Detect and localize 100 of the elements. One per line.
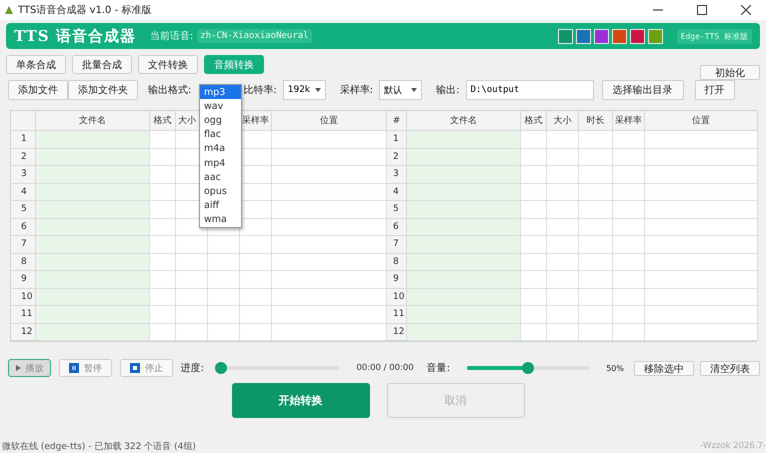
remove-selected-button[interactable]: 移除选中 [634, 360, 694, 376]
table-cell [547, 236, 579, 254]
row-number: 9 [387, 271, 407, 288]
color-swatch[interactable] [558, 28, 573, 44]
table-cell [150, 254, 176, 271]
table-cell [521, 271, 547, 288]
table-cell [150, 236, 176, 254]
table-cell [613, 288, 645, 306]
table-cell [521, 148, 547, 166]
table-cell [547, 131, 579, 148]
table-cell [150, 271, 176, 288]
table-cell [208, 288, 240, 306]
table-cell [521, 288, 547, 306]
output-path-field[interactable]: D:\output [466, 80, 594, 100]
row-number: 10 [11, 288, 36, 306]
maximize-icon [697, 5, 707, 15]
color-swatch[interactable] [630, 28, 645, 44]
row-number: 2 [387, 148, 407, 166]
table-cell [176, 271, 208, 288]
column-header: 文件名 [36, 111, 150, 131]
row-number: 9 [11, 271, 36, 288]
column-header: 位置 [272, 111, 387, 131]
table-cell [150, 306, 176, 324]
row-number: 5 [387, 201, 407, 218]
table-cell [150, 131, 176, 148]
color-swatch[interactable] [612, 28, 627, 44]
dropdown-option[interactable]: flac [200, 128, 241, 142]
column-header: 采样率 [240, 111, 272, 131]
tab[interactable]: 单条合成 [6, 55, 66, 74]
table-cell [579, 218, 613, 236]
row-number: 7 [387, 236, 407, 254]
dropdown-option[interactable]: wma [200, 212, 241, 227]
reset-button[interactable]: 初始化 [700, 65, 760, 80]
dropdown-option[interactable]: aac [200, 170, 241, 184]
table-cell [240, 306, 272, 324]
color-swatch[interactable] [594, 28, 609, 44]
color-swatch[interactable] [576, 28, 591, 44]
column-header: 大小 [547, 111, 579, 131]
table-cell [579, 271, 613, 288]
stop-icon [130, 363, 140, 373]
dropdown-option[interactable]: mp4 [200, 156, 241, 170]
table-cell [579, 254, 613, 271]
table-cell [579, 306, 613, 324]
table-cell [579, 148, 613, 166]
output-label: 输出: [436, 84, 460, 97]
row-number: 4 [387, 184, 407, 201]
table-cell [579, 166, 613, 184]
pause-button[interactable]: 暂停 [59, 359, 112, 377]
choose-dir-button[interactable]: 选择输出目录 [602, 80, 684, 100]
table-cell [579, 131, 613, 148]
table-cell [150, 218, 176, 236]
table-cell [176, 288, 208, 306]
row-number: 8 [11, 254, 36, 271]
samplerate-select[interactable]: 默认 [379, 80, 422, 100]
table-cell [521, 236, 547, 254]
tab[interactable]: 文件转换 [138, 55, 198, 74]
tab[interactable]: 批量合成 [72, 55, 132, 74]
table-cell [521, 218, 547, 236]
column-header: 格式 [150, 111, 176, 131]
progress-label: 进度: [180, 362, 204, 375]
dropdown-option[interactable]: opus [200, 184, 241, 198]
table-cell [240, 236, 272, 254]
slider-thumb[interactable] [522, 362, 534, 374]
bitrate-select[interactable]: 192k [282, 80, 326, 100]
row-number: 8 [387, 254, 407, 271]
table-cell [547, 148, 579, 166]
dropdown-option[interactable]: aiff [200, 198, 241, 213]
table-cell [150, 288, 176, 306]
stop-button[interactable]: 停止 [120, 359, 173, 377]
add-file-button[interactable]: 添加文件 [8, 80, 68, 100]
table-cell [521, 306, 547, 324]
table-cell [613, 254, 645, 271]
clear-list-button[interactable]: 清空列表 [700, 360, 760, 376]
row-number: 11 [11, 306, 36, 324]
status-text: 微软在线 (edge-tts) - 已加载 322 个语音 (4组) [2, 440, 196, 452]
volume-label: 音量: [426, 362, 450, 375]
table-cell [176, 236, 208, 254]
row-number: 5 [11, 201, 36, 218]
dropdown-option[interactable]: ogg [200, 113, 241, 128]
dropdown-option[interactable]: mp3 [200, 85, 241, 100]
voice-label: 当前语音: [150, 30, 194, 43]
open-button[interactable]: 打开 [694, 80, 734, 100]
table-cell [579, 236, 613, 254]
table-cell [150, 201, 176, 218]
dropdown-option[interactable]: m4a [200, 142, 241, 156]
add-folder-button[interactable]: 添加文件夹 [68, 80, 138, 100]
table-cell [613, 306, 645, 324]
action-button[interactable]: 开始转换 [232, 383, 370, 418]
table-cell [547, 288, 579, 306]
slider-thumb[interactable] [214, 362, 227, 374]
color-swatch[interactable] [648, 28, 663, 44]
table-cell [547, 201, 579, 218]
table-cell [240, 288, 272, 306]
table-cell [547, 271, 579, 288]
dropdown-option[interactable]: wav [200, 99, 241, 114]
table-cell [547, 184, 579, 201]
row-number: 3 [387, 166, 407, 184]
row-number: 10 [387, 288, 407, 306]
table-cell [579, 201, 613, 218]
close-icon [741, 5, 751, 15]
